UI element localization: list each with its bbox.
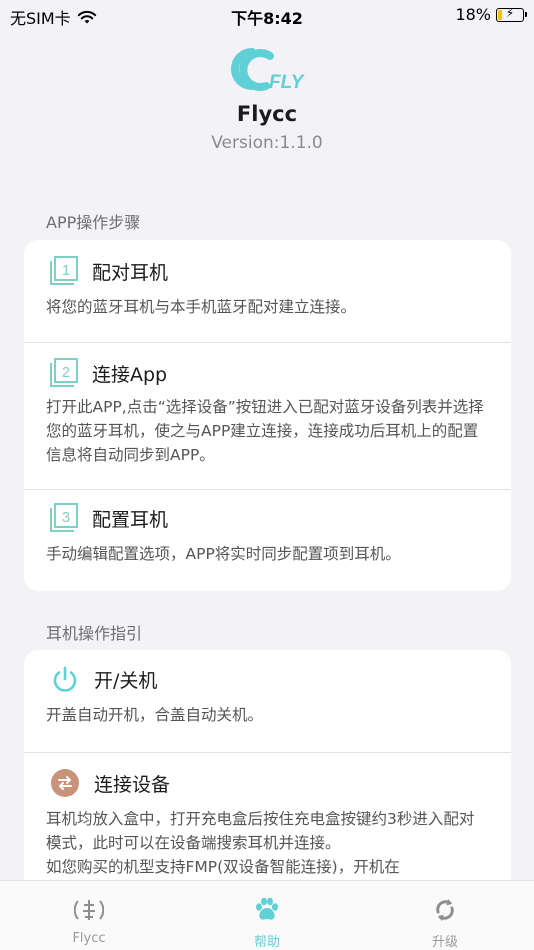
svg-text:2: 2 — [62, 364, 70, 381]
step-title: 连接App — [92, 363, 168, 386]
tab-upgrade[interactable]: 升级 — [356, 881, 534, 950]
step-3-icon: 3 — [50, 503, 78, 532]
tab-label: 帮助 — [253, 935, 280, 950]
swap-icon — [51, 769, 79, 797]
power-icon — [53, 666, 77, 692]
tab-label: Flycc — [72, 931, 106, 946]
guide-item-power: 开/关机 开盖自动开机，合盖自动关机。 — [24, 650, 511, 752]
paw-icon — [256, 897, 278, 920]
app-steps-card: 1 配对耳机 将您的蓝牙耳机与本手机蓝牙配对建立连接。 2 连接App 打开此A… — [24, 240, 511, 591]
app-version: Version:1.1.0 — [211, 133, 323, 153]
guide-title: 开/关机 — [94, 669, 158, 692]
step-2-icon: 2 — [50, 358, 78, 387]
refresh-icon — [436, 899, 454, 921]
logo-wordmark: FLY — [269, 72, 306, 93]
tab-bar: Flycc 帮助 升级 — [0, 880, 534, 950]
app-logo: FLY — [231, 48, 306, 93]
step-desc: 打开此APP,点击“选择设备”按钮进入已配对蓝牙设备列表并选择您的蓝牙耳机，使之… — [46, 398, 484, 464]
guide-title: 连接设备 — [94, 773, 171, 796]
earphone-guide-card: 开/关机 开盖自动开机，合盖自动关机。 连接设备 耳机均放入盒中，打开充电盒后按… — [24, 650, 511, 890]
step-1-icon: 1 — [50, 256, 78, 285]
step-item-pair: 1 配对耳机 将您的蓝牙耳机与本手机蓝牙配对建立连接。 — [24, 240, 511, 342]
radar-icon — [74, 900, 104, 920]
guide-item-connect: 连接设备 耳机均放入盒中，打开充电盒后按住充电盒按键约3秒进入配对模式，此时可以… — [24, 752, 511, 890]
tab-help[interactable]: 帮助 — [178, 881, 356, 950]
section-title-earphone-guide: 耳机操作指引 — [46, 624, 143, 643]
step-title: 配对耳机 — [92, 261, 169, 284]
guide-desc-more: 如您购买的机型支持FMP(双设备智能连接)，开机在 — [46, 858, 400, 876]
guide-desc: 开盖自动开机，合盖自动关机。 — [46, 706, 264, 724]
tab-flycc[interactable]: Flycc — [0, 881, 178, 950]
tab-label: 升级 — [431, 935, 458, 950]
step-item-connect-app: 2 连接App 打开此APP,点击“选择设备”按钮进入已配对蓝牙设备列表并选择您… — [24, 342, 511, 489]
svg-text:3: 3 — [62, 509, 70, 526]
app-name: Flycc — [236, 102, 298, 126]
guide-desc: 耳机均放入盒中，打开充电盒后按住充电盒按键约3秒进入配对模式，此时可以在设备端搜… — [46, 810, 475, 852]
battery-percent: 18% — [455, 5, 491, 24]
step-desc: 将您的蓝牙耳机与本手机蓝牙配对建立连接。 — [46, 298, 357, 316]
step-item-configure: 3 配置耳机 手动编辑配置选项，APP将实时同步配置项到耳机。 — [24, 489, 511, 591]
section-title-app-steps: APP操作步骤 — [46, 213, 141, 232]
status-bar: 无SIM卡 下午8:42 18% ⚡ — [0, 0, 534, 32]
step-title: 配置耳机 — [92, 508, 169, 531]
step-desc: 手动编辑配置选项，APP将实时同步配置项到耳机。 — [46, 545, 401, 563]
svg-text:1: 1 — [62, 262, 70, 279]
status-time: 下午8:42 — [231, 9, 303, 28]
battery-icon: ⚡ — [496, 6, 527, 22]
